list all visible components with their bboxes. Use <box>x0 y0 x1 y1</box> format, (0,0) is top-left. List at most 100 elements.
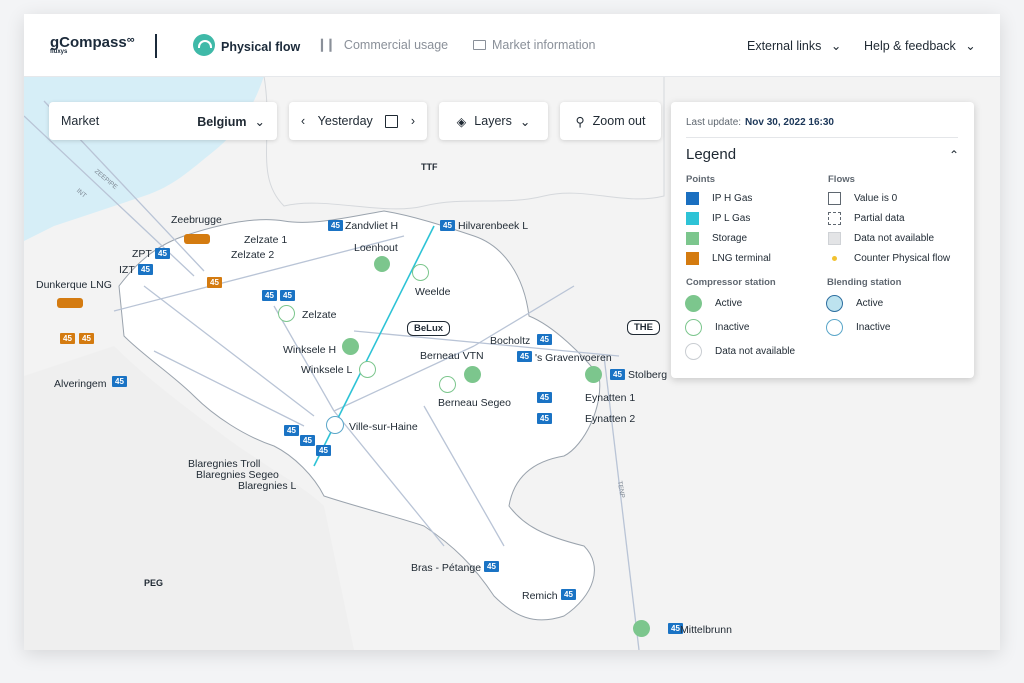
label-zeebrugge[interactable]: Zeebrugge <box>171 214 222 226</box>
legend-item-label: Data not available <box>715 346 796 357</box>
label-hilvarenbeek-l[interactable]: Hilvarenbeek L <box>458 220 528 232</box>
legend-lng-terminal: LNG terminal <box>686 252 771 265</box>
flow-value-badge[interactable]: 45 <box>280 290 295 301</box>
label-izt[interactable]: IZT <box>119 264 135 276</box>
label-bras-petange[interactable]: Bras - Pétange <box>411 562 481 574</box>
label-bocholtz[interactable]: Bocholtz <box>490 335 530 347</box>
lng-terminal-icon[interactable] <box>184 234 210 244</box>
compressor-inactive-icon[interactable] <box>278 305 295 322</box>
label-eynatten-1[interactable]: Eynatten 1 <box>585 392 635 404</box>
line-chart-icon <box>473 40 486 50</box>
flow-value-badge[interactable]: 45 <box>610 369 625 380</box>
label-dunkerque-lng[interactable]: Dunkerque LNG <box>36 279 112 291</box>
flow-value-badge[interactable]: 45 <box>207 277 222 288</box>
hub-the[interactable]: THE <box>627 320 660 335</box>
external-links-menu[interactable]: External links ⌄ <box>747 38 841 53</box>
last-update-label: Last update: <box>686 117 742 128</box>
logo-rings-icon: ∞ <box>126 34 135 46</box>
label-eynatten-2[interactable]: Eynatten 2 <box>585 413 635 425</box>
hub-belux[interactable]: BeLux <box>407 321 451 336</box>
label-ville-sur-haine[interactable]: Ville-sur-Haine <box>349 421 418 433</box>
legend-ip-l-gas: IP L Gas <box>686 212 750 225</box>
flow-value-badge[interactable]: 45 <box>300 435 315 446</box>
help-feedback-menu[interactable]: Help & feedback ⌄ <box>864 38 976 53</box>
calendar-icon[interactable] <box>385 114 399 128</box>
zoom-out-button[interactable]: ⚲ Zoom out <box>560 102 661 140</box>
legend-data-not-available: Data not available <box>828 232 934 245</box>
nav-physical-flow-label: Physical flow <box>221 40 301 54</box>
compressor-inactive-icon <box>685 319 702 336</box>
flow-value-badge[interactable]: 45 <box>517 351 532 362</box>
compressor-active-icon[interactable] <box>464 366 481 383</box>
label-zandvliet-h[interactable]: Zandvliet H <box>345 220 398 232</box>
flow-value-badge[interactable]: 45 <box>328 220 343 231</box>
chevron-left-icon[interactable]: ‹ <box>301 114 305 128</box>
flow-value-badge[interactable]: 45 <box>284 425 299 436</box>
flow-value-badge[interactable]: 45 <box>138 264 153 275</box>
nav-commercial-usage-label: Commercial usage <box>343 38 449 52</box>
flow-value-badge[interactable]: 45 <box>537 334 552 345</box>
storage-icon[interactable] <box>374 256 390 272</box>
legend-compressor-inactive: Inactive <box>685 319 749 336</box>
label-stolberg[interactable]: Stolberg <box>628 369 667 381</box>
legend-item-label: Value is 0 <box>854 193 898 204</box>
label-loenhout[interactable]: Loenhout <box>354 242 398 254</box>
chevron-down-icon: ⌄ <box>254 114 265 129</box>
compressor-inactive-icon[interactable] <box>439 376 456 393</box>
label-remich[interactable]: Remich <box>522 590 558 602</box>
flow-value-badge[interactable]: 45 <box>537 413 552 424</box>
layers-button[interactable]: ◈ Layers ⌄ <box>439 102 548 140</box>
legend-storage: Storage <box>686 232 747 245</box>
label-blaregnies-l[interactable]: Blaregnies L <box>238 480 296 492</box>
compressor-active-icon[interactable] <box>585 366 602 383</box>
map-canvas[interactable]: Market Belgium ⌄ ‹ Yesterday › ◈ Layers ⌄… <box>24 76 1000 650</box>
hub-ttf[interactable]: TTF <box>421 162 438 172</box>
gcompass-logo[interactable]: gCompass∞ fluxys <box>50 34 135 55</box>
label-weelde[interactable]: Weelde <box>415 286 450 298</box>
label-zelzate-2[interactable]: Zelzate 2 <box>231 249 274 261</box>
legend-compressor-active: Active <box>685 295 742 312</box>
compressor-heading: Compressor station <box>686 277 776 288</box>
flow-value-badge[interactable]: 45 <box>561 589 576 600</box>
market-selector[interactable]: Market Belgium ⌄ <box>49 102 277 140</box>
label-gravenvoeren[interactable]: 's Gravenvoeren <box>535 352 612 364</box>
flow-value-badge[interactable]: 45 <box>79 333 94 344</box>
legend-panel: Last update: Nov 30, 2022 16:30 Legend ⌃ … <box>671 102 974 378</box>
compressor-active-icon[interactable] <box>342 338 359 355</box>
hub-peg[interactable]: PEG <box>144 578 163 588</box>
netherlands-coast <box>263 76 665 210</box>
label-berneau-vtn[interactable]: Berneau VTN <box>420 350 484 362</box>
blending-inactive-icon[interactable] <box>326 416 344 434</box>
flow-value-badge[interactable]: 45 <box>484 561 499 572</box>
compressor-inactive-icon[interactable] <box>412 264 429 281</box>
flow-value-badge[interactable]: 45 <box>262 290 277 301</box>
nav-physical-flow[interactable]: Physical flow <box>193 34 301 56</box>
chevron-right-icon[interactable]: › <box>411 114 415 128</box>
label-zelzate[interactable]: Zelzate <box>302 309 336 321</box>
external-links-label: External links <box>747 39 822 53</box>
flow-value-badge[interactable]: 45 <box>112 376 127 387</box>
market-label: Market <box>61 114 100 128</box>
flow-value-badge[interactable]: 45 <box>60 333 75 344</box>
label-mittelbrunn[interactable]: Mittelbrunn <box>680 624 732 636</box>
nav-commercial-usage[interactable]: ▎▎ Commercial usage <box>321 38 448 52</box>
flow-value-badge[interactable]: 45 <box>155 248 170 259</box>
label-berneau-segeo[interactable]: Berneau Segeo <box>438 397 511 409</box>
flow-value-badge[interactable]: 45 <box>316 445 331 456</box>
lng-terminal-icon[interactable] <box>57 298 83 308</box>
legend-item-label: Inactive <box>715 322 750 333</box>
flow-value-badge[interactable]: 45 <box>537 392 552 403</box>
legend-title: Legend <box>686 146 737 163</box>
date-selector[interactable]: ‹ Yesterday › <box>289 102 427 140</box>
compressor-inactive-icon[interactable] <box>359 361 376 378</box>
flow-value-badge[interactable]: 45 <box>440 220 455 231</box>
compressor-active-icon[interactable] <box>633 620 650 637</box>
label-alveringem[interactable]: Alveringem <box>54 378 107 390</box>
chevron-up-icon[interactable]: ⌃ <box>949 148 959 162</box>
nav-market-information[interactable]: Market information <box>473 38 596 52</box>
label-zpt[interactable]: ZPT <box>132 248 152 260</box>
label-zelzate-1[interactable]: Zelzate 1 <box>244 234 287 246</box>
label-winksele-l[interactable]: Winksele L <box>301 364 352 376</box>
label-winksele-h[interactable]: Winksele H <box>283 344 336 356</box>
blending-heading: Blending station <box>827 277 902 288</box>
